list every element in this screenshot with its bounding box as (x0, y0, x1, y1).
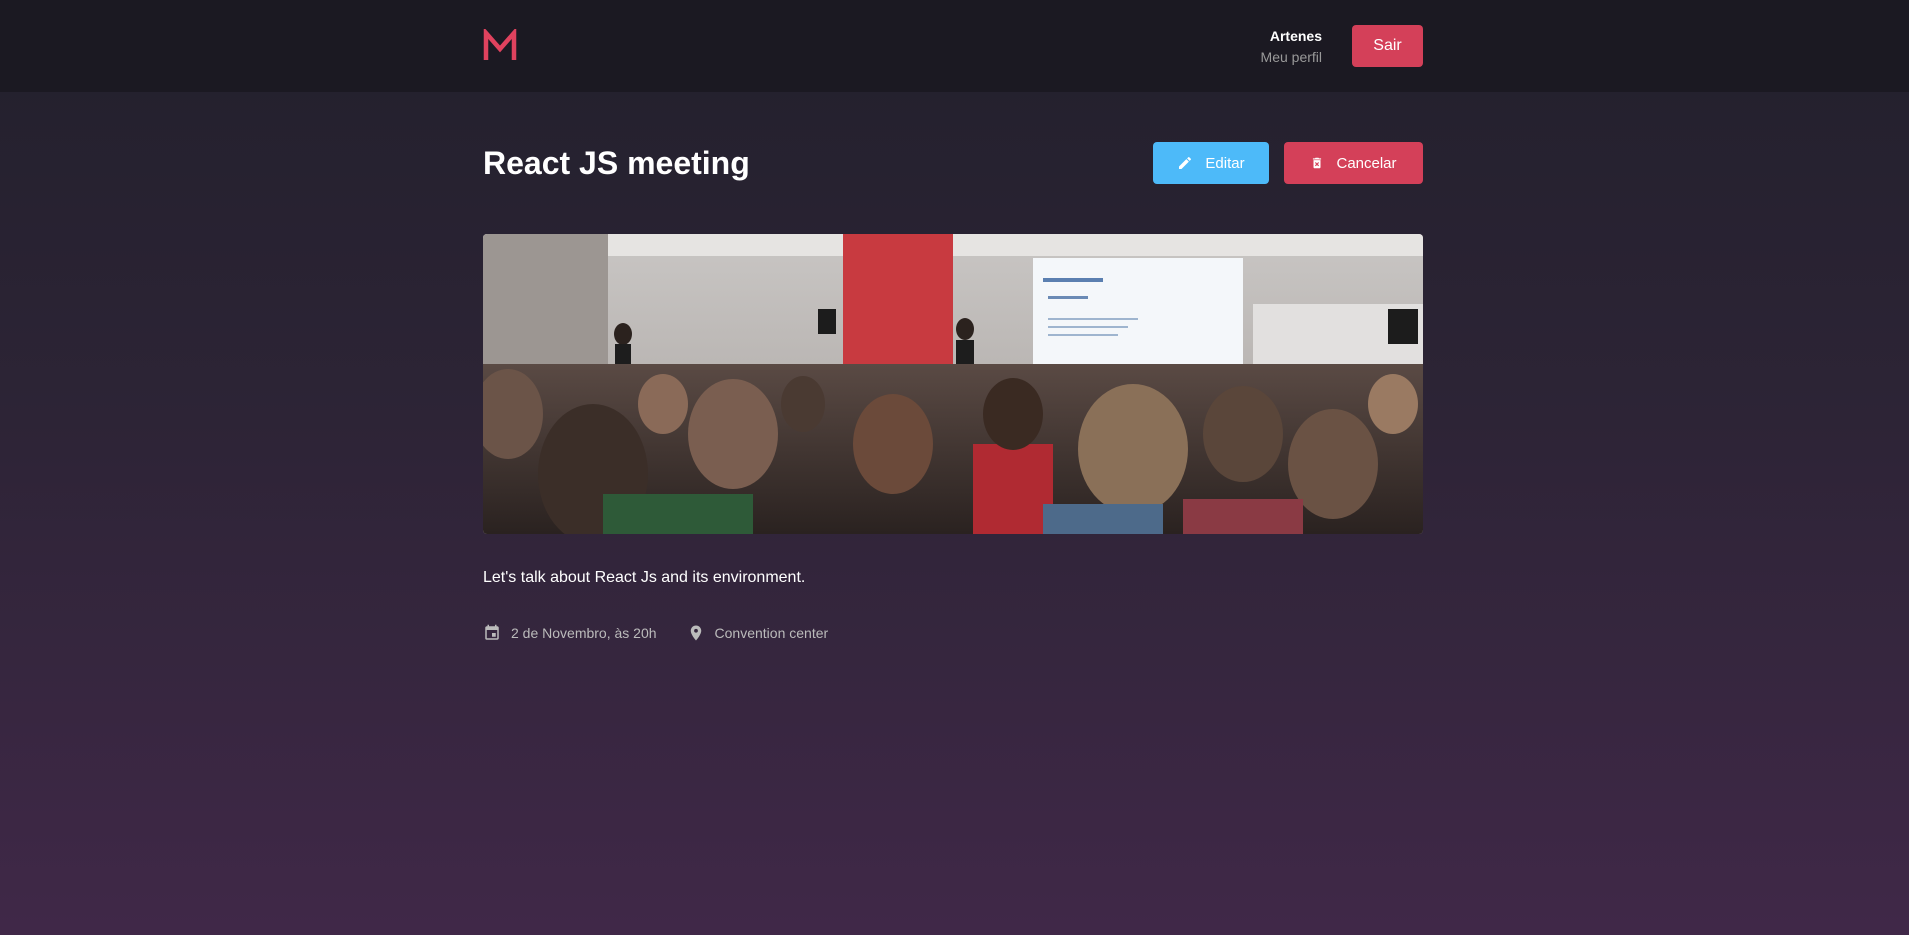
trash-icon (1310, 155, 1324, 171)
title-row: React JS meeting Editar Cancelar (483, 142, 1423, 184)
meetup-meta: 2 de Novembro, às 20h Convention center (483, 624, 1423, 642)
location-pin-icon (690, 625, 701, 641)
pencil-icon (1177, 155, 1193, 171)
meetup-location-text: Convention center (714, 625, 829, 641)
profile-link[interactable]: Meu perfil (1261, 48, 1322, 66)
meetup-location: Convention center (687, 624, 829, 642)
meetup-date: 2 de Novembro, às 20h (483, 624, 657, 642)
edit-button-label: Editar (1205, 154, 1245, 172)
meetup-description: Let's talk about React Js and its enviro… (483, 569, 806, 586)
user-name: Artenes (1269, 27, 1322, 44)
header-content: Artenes Meu perfil Sair (483, 0, 1423, 92)
top-bar: Artenes Meu perfil Sair (0, 0, 1909, 92)
cancel-button-label: Cancelar (1336, 154, 1397, 172)
m-logo-icon[interactable] (483, 29, 517, 63)
meetup-date-text: 2 de Novembro, às 20h (511, 625, 657, 641)
meetup-banner-image (483, 234, 1423, 534)
calendar-icon (485, 624, 499, 640)
exit-button[interactable]: Sair (1352, 25, 1423, 67)
actions: Editar Cancelar (1153, 142, 1423, 184)
user-info: Artenes Meu perfil (1261, 27, 1322, 66)
cancel-button[interactable]: Cancelar (1284, 142, 1423, 184)
edit-button[interactable]: Editar (1153, 142, 1269, 184)
user-area: Artenes Meu perfil Sair (1261, 25, 1423, 67)
page-title: React JS meeting (483, 144, 750, 181)
meetup-details: React JS meeting Editar Cancelar Let's t… (483, 92, 1423, 642)
